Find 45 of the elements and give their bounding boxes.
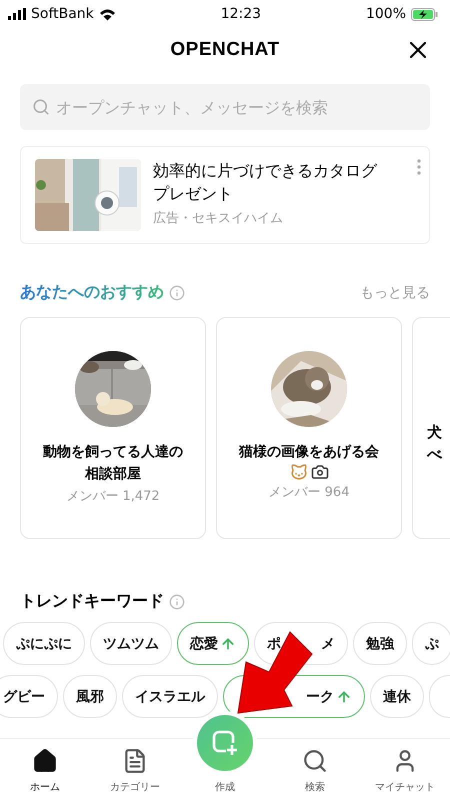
battery-percent: 100%	[366, 6, 406, 22]
nav-tab[interactable]: 検索	[270, 739, 360, 800]
carrier-name: SoftBank	[31, 6, 94, 22]
chat-name: べ	[427, 444, 444, 465]
chat-name: 動物を飼ってる人達の相談部屋	[42, 443, 184, 484]
more-icon	[417, 159, 421, 175]
chat-card[interactable]: 動物を飼ってる人達の相談部屋 メンバー 1,472	[20, 317, 206, 539]
info-icon	[169, 284, 185, 300]
wifi-icon	[98, 8, 116, 20]
chat-plus-icon	[211, 729, 239, 757]
keyword-chip[interactable]: 勉強	[353, 622, 407, 665]
section-title: トレンドキーワード	[20, 591, 164, 612]
chat-name: 猫様の画像をあげる会	[238, 443, 380, 462]
chat-card[interactable]: 犬 べ	[412, 317, 450, 539]
search-icon	[32, 98, 50, 116]
cat-icon	[290, 463, 308, 481]
keyword-chip[interactable]: 恋愛	[177, 622, 249, 665]
keyword-chip[interactable]: グビー	[0, 675, 58, 718]
keyword-chip[interactable]: ぷにぷに	[3, 622, 85, 665]
member-count: メンバー 1,472	[66, 488, 160, 505]
nav-tab[interactable]: マイチャット	[360, 739, 450, 800]
camera-icon	[310, 463, 328, 481]
chat-card[interactable]: 猫様の画像をあげる会 メンバー 964	[216, 317, 402, 539]
signal-icon	[8, 8, 26, 20]
keyword-chip[interactable]: 連休	[370, 675, 424, 718]
keyword-chip[interactable]: 風邪	[63, 675, 117, 718]
member-count: メンバー 964	[268, 484, 350, 501]
nav-tab[interactable]: カテゴリー	[90, 739, 180, 800]
home-icon	[32, 748, 58, 774]
battery-icon	[411, 8, 438, 20]
search-icon	[302, 748, 328, 774]
more-button[interactable]	[417, 159, 421, 175]
app-title: OPENCHAT	[170, 39, 280, 61]
info-icon	[169, 594, 185, 610]
section-title: あなたへのおすすめ	[20, 282, 164, 303]
ad-sponsor: 広告・セキスイハイム	[153, 210, 284, 227]
keyword-chip[interactable]: ツムツム	[90, 622, 172, 665]
clock: 12:23	[220, 6, 262, 22]
search-field[interactable]: オープンチャット、メッセージを検索	[20, 84, 430, 130]
keyword-chip[interactable]: イスラエル	[122, 675, 218, 718]
nav-label: 作成	[215, 780, 235, 794]
chat-name: 犬	[427, 422, 443, 443]
keyword-chip[interactable]: ぷ	[412, 622, 450, 665]
ad-title: 効率的に片づけできるカタログプレゼント	[153, 160, 378, 205]
nav-tab[interactable]: ホーム	[0, 739, 90, 800]
